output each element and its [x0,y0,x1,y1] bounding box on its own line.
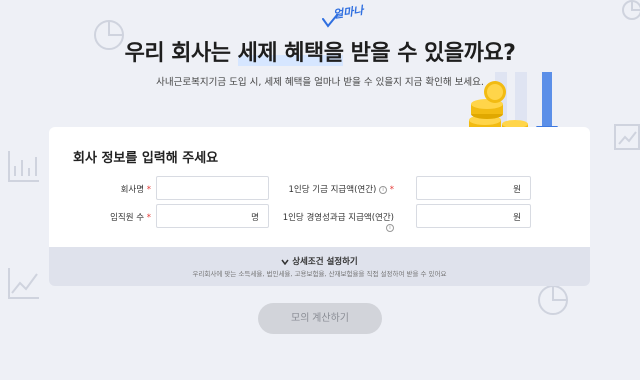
company-info-card: 회사 정보를 입력해 주세요 회사명 * 임직원 수 * 명 1인당 기금 지급… [49,127,590,247]
unit-label: 명 [251,213,259,223]
check-mark-icon [322,14,338,28]
bonus-payment-label-text: 1인당 경영성과급 지급액(연간) [282,213,394,223]
fund-contribution-label-text: 1인당 기금 지급액(연간) [288,185,377,195]
title-highlight: 세제 혜택을 [237,41,344,66]
chevron-down-icon [281,259,289,265]
detail-description: 우리회사에 맞는 소득세율, 법인세율, 고용보험율, 산재보험율을 직접 설정… [192,270,447,278]
employee-count-label: 임직원 수 * [89,211,151,223]
required-mark: * [146,185,151,195]
bonus-payment-label: 1인당 경영성과급 지급액(연간) i [279,211,394,233]
info-icon[interactable]: i [386,223,394,232]
bonus-payment-input[interactable]: 원 [416,204,531,228]
title-part1: 우리 회사는 [124,41,238,66]
company-name-label-text: 회사명 [120,185,145,195]
company-name-input[interactable] [156,176,269,200]
detail-toggle-label: 상세조건 설정하기 [292,257,358,267]
bar-chart-icon [8,151,39,182]
detail-settings-panel: 상세조건 설정하기 우리회사에 맞는 소득세율, 법인세율, 고용보험율, 산재… [49,247,590,286]
info-icon[interactable]: i [379,185,388,194]
employee-count-input[interactable]: 명 [156,204,269,228]
required-mark: * [389,185,394,195]
fund-contribution-label: 1인당 기금 지급액(연간) i * [279,183,394,195]
unit-label: 원 [513,213,521,223]
line-chart-icon [8,268,39,299]
page-title: 우리 회사는 세제 혜택을 받을 수 있을까요? [0,35,640,67]
company-name-label: 회사명 * [89,183,151,195]
required-mark: * [146,213,151,223]
hero-section: 우리 회사는 세제 혜택을 받을 수 있을까요? 얼마나 사내근로복지기금 도입… [0,0,640,142]
calculate-button[interactable]: 모의 계산하기 [258,303,382,334]
pie-chart-icon [538,285,568,315]
fund-contribution-input[interactable]: 원 [416,176,531,200]
unit-label: 원 [513,185,521,195]
trend-chart-icon [614,124,640,150]
detail-settings-toggle[interactable]: 상세조건 설정하기 [49,255,590,267]
form-title: 회사 정보를 입력해 주세요 [73,151,219,166]
title-part2: 받을 수 있을까요? [343,41,516,66]
employee-count-label-text: 임직원 수 [110,213,145,223]
